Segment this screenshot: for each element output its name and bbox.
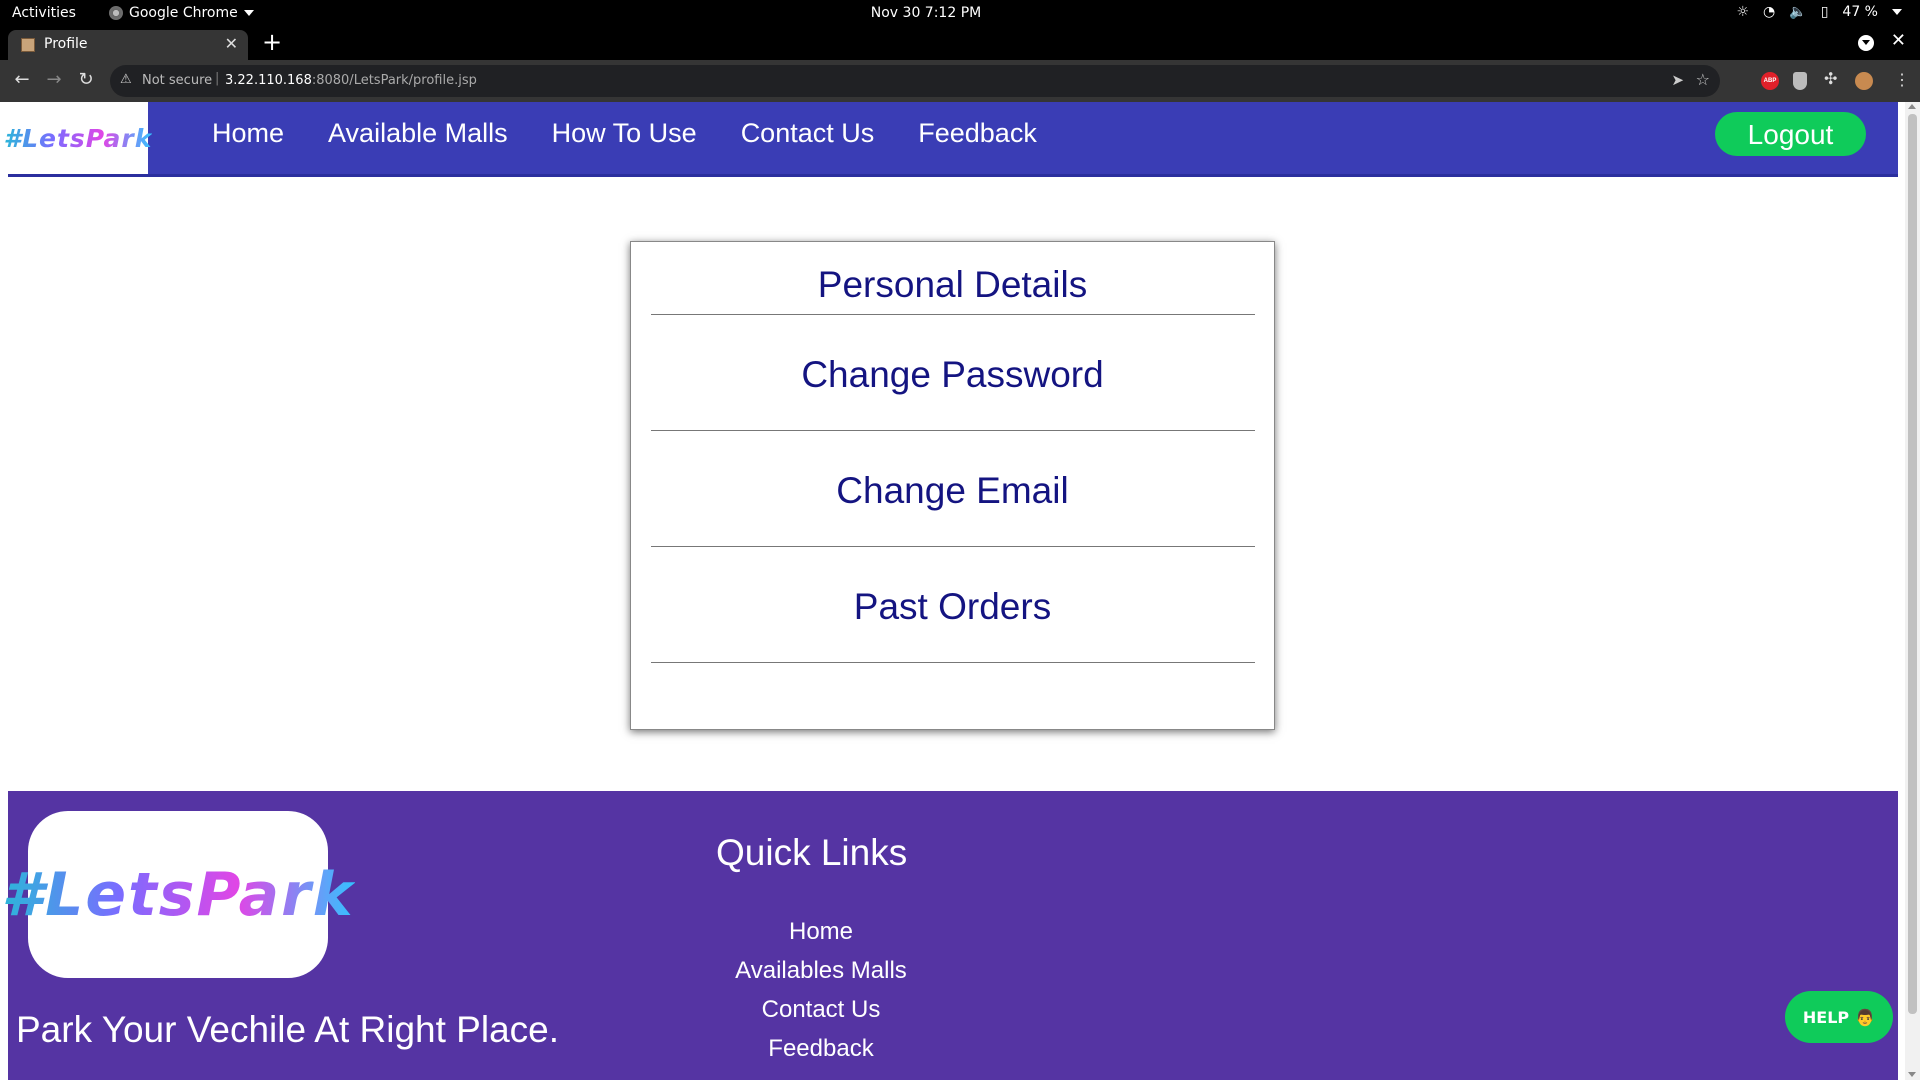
url-host: 3.22.110.168 [225, 73, 312, 88]
site-header: #LetsPark Home Available Malls How To Us… [4, 102, 1898, 177]
tab-title: Profile [44, 36, 88, 52]
footer-logo-text: #LetsPark [1, 859, 355, 930]
shield-extension-icon[interactable] [1793, 72, 1807, 90]
footer-link-feedback[interactable]: Feedback [648, 1035, 994, 1074]
footer-logo: #LetsPark [1, 811, 353, 978]
chevron-down-icon [1892, 9, 1902, 15]
divider [651, 430, 1255, 431]
nav-feedback[interactable]: Feedback [918, 118, 1037, 149]
footer-link-home[interactable]: Home [648, 918, 994, 957]
url-path: :8080/LetsPark/profile.jsp [311, 73, 477, 88]
logout-button[interactable]: Logout [1715, 112, 1866, 156]
divider [651, 546, 1255, 547]
brightness-icon: ☼ [1736, 4, 1750, 20]
tagline: Park Your Vechile At Right Place. [16, 1009, 560, 1050]
tab-search-button[interactable] [1858, 35, 1874, 51]
bookmark-star-icon[interactable]: ☆ [1696, 70, 1710, 89]
wifi-icon: ◔ [1763, 4, 1776, 20]
address-bar[interactable]: ⚠ Not secure | 3.22.110.168:8080/LetsPar… [110, 65, 1720, 97]
help-person-icon: 👨 [1855, 1007, 1876, 1027]
scroll-up-icon[interactable] [1908, 104, 1916, 109]
warning-icon: ⚠ [120, 72, 132, 87]
clock[interactable]: Nov 30 7:12 PM [0, 5, 1852, 21]
quick-links-title: Quick Links [716, 832, 908, 873]
logo-text: #LetsPark [3, 123, 153, 153]
reload-button[interactable]: ↻ [74, 68, 98, 92]
quick-links: Home Availables Malls Contact Us Feedbac… [648, 918, 994, 1074]
nav-how-to-use[interactable]: How To Use [552, 118, 697, 149]
nav-available-malls[interactable]: Available Malls [328, 118, 508, 149]
nav-contact-us[interactable]: Contact Us [741, 118, 875, 149]
back-button[interactable]: ← [10, 68, 34, 92]
battery-icon: ▯ [1820, 4, 1829, 20]
system-tray[interactable]: ☼ ◔ 🔈 ▯ 47 % [1736, 4, 1902, 20]
battery-percent: 47 % [1842, 4, 1878, 20]
new-tab-button[interactable]: + [262, 28, 282, 56]
change-email-link[interactable]: Change Email [631, 470, 1274, 512]
help-label: HELP [1802, 1007, 1850, 1027]
window-close-button[interactable]: ✕ [1891, 30, 1906, 51]
main-nav: Home Available Malls How To Use Contact … [212, 118, 1037, 149]
favicon-icon [21, 38, 35, 52]
site-footer: #LetsPark Park Your Vechile At Right Pla… [1, 791, 1898, 1080]
scroll-down-icon[interactable] [1908, 1072, 1916, 1077]
page-viewport: #LetsPark Home Available Malls How To Us… [0, 102, 1920, 1080]
scrollbar-thumb[interactable] [1908, 114, 1917, 1014]
tab-profile[interactable]: Profile ✕ [8, 30, 248, 60]
volume-icon: 🔈 [1789, 4, 1807, 20]
change-password-link[interactable]: Change Password [631, 354, 1274, 396]
kebab-menu-icon[interactable]: ⋮ [1894, 70, 1910, 90]
url-text[interactable]: 3.22.110.168:8080/LetsPark/profile.jsp [225, 73, 477, 88]
footer-link-contact[interactable]: Contact Us [648, 996, 994, 1035]
profile-avatar[interactable] [1855, 72, 1873, 90]
tab-strip: Profile ✕ + ✕ [0, 27, 1920, 60]
footer-link-malls[interactable]: Availables Malls [648, 957, 994, 996]
divider [651, 314, 1255, 315]
site-logo[interactable]: #LetsPark [4, 102, 151, 174]
extensions-puzzle-icon[interactable]: ✣ [1824, 69, 1837, 89]
help-button[interactable]: HELP 👨 [1785, 991, 1893, 1043]
profile-card: Personal Details Change Password Change … [630, 241, 1275, 730]
system-top-bar: Activities Google Chrome Nov 30 7:12 PM … [0, 0, 1920, 27]
page-scrollbar[interactable] [1905, 102, 1920, 1080]
adblock-icon[interactable]: ABP [1761, 72, 1779, 90]
browser-toolbar: ← → ↻ ⚠ Not secure | 3.22.110.168:8080/L… [0, 60, 1920, 102]
past-orders-link[interactable]: Past Orders [631, 586, 1274, 628]
divider [651, 662, 1255, 663]
card-title: Personal Details [817, 264, 1088, 305]
divider: | [215, 71, 220, 86]
forward-button[interactable]: → [42, 68, 66, 92]
security-label[interactable]: Not secure [142, 73, 212, 88]
send-icon[interactable]: ➤ [1671, 71, 1684, 89]
nav-home[interactable]: Home [212, 118, 284, 149]
close-icon[interactable]: ✕ [225, 34, 238, 53]
